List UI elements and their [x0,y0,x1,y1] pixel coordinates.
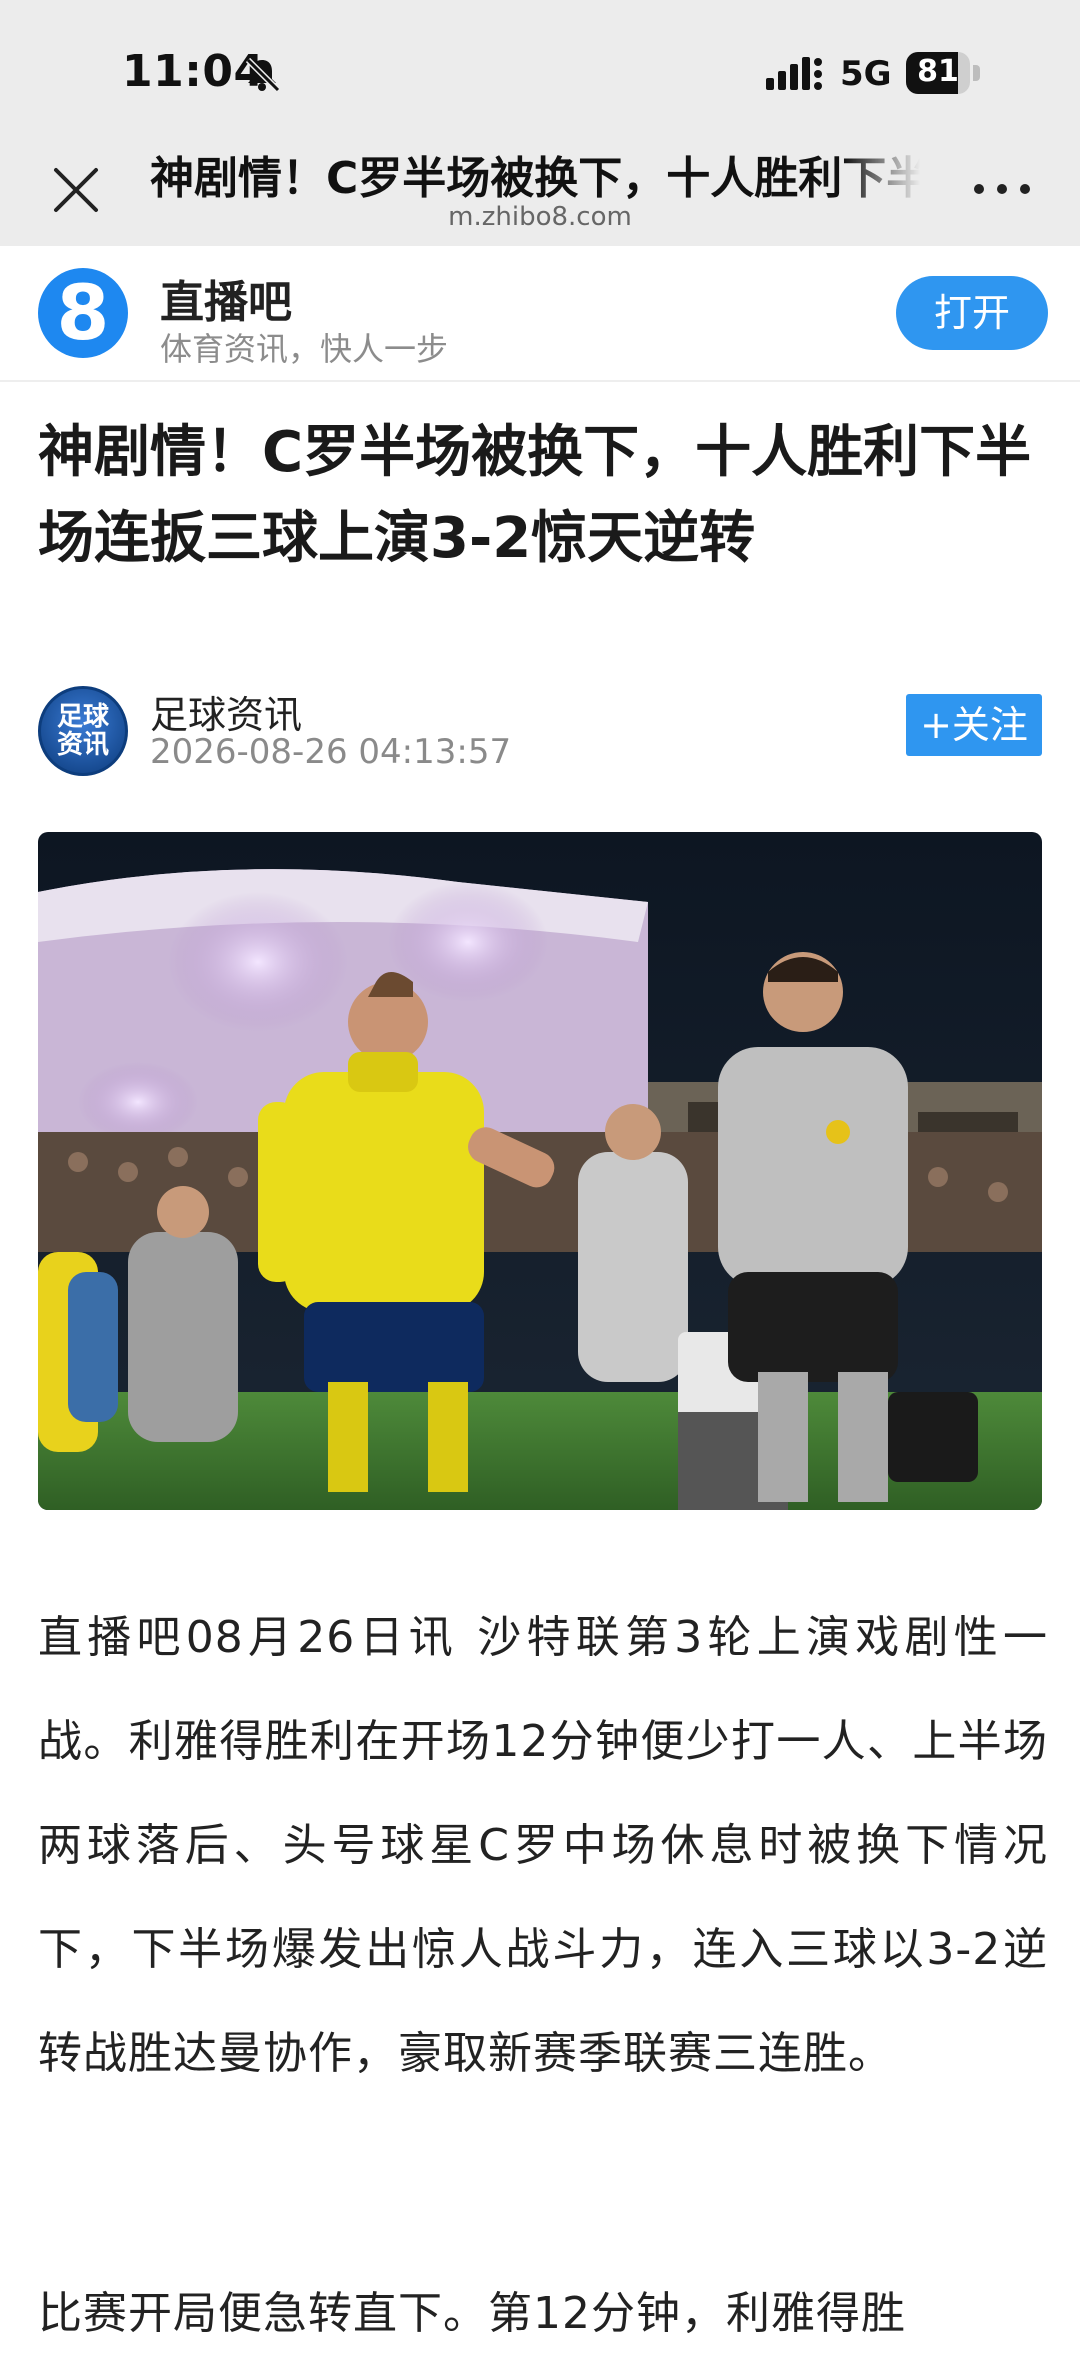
author-avatar[interactable]: 足球资讯 [38,686,128,776]
app-slogan: 体育资讯，快人一步 [160,330,449,368]
article-paragraph: 直播吧08月26日讯 沙特联第3轮上演戏剧性一战。利雅得胜利在开场12分钟便少打… [38,1612,1048,2079]
author-avatar-text: 足球资讯 [56,702,109,760]
app-download-banner: 8 直播吧 体育资讯，快人一步 打开 [0,246,1080,382]
follow-button[interactable]: +关注 [906,694,1042,756]
network-type: 5G [840,54,892,94]
battery-percent: 81 [917,54,959,89]
article-photo[interactable] [38,832,1042,1510]
article-paragraph: 比赛开局便急转直下。第12分钟，利雅得胜 [38,2288,906,2339]
browser-chrome: 11:04 5G 81 神剧情！C罗半场被换下，十人胜利下半场连扳三球上演3-2… [0,0,1080,246]
browser-domain: m.zhibo8.com [448,202,632,232]
more-icon[interactable] [970,166,1034,210]
article-headline: 神剧情！C罗半场被换下，十人胜利下半场连扳三球上演3-2惊天逆转 [38,420,1032,571]
app-logo: 8 [38,268,128,358]
open-app-button[interactable]: 打开 [896,276,1048,350]
bell-muted-icon [245,57,281,93]
cellular-signal-icon [766,57,822,90]
battery-icon: 81 [906,52,982,94]
author-name[interactable]: 足球资讯 [150,684,302,739]
browser-page-title: 神剧情！C罗半场被换下，十人胜利下半场连扳三球上演3-2惊天逆转 [150,153,920,204]
publish-time: 2026-08-26 04:13:57 [150,732,512,772]
app-name: 直播吧 [160,277,292,328]
